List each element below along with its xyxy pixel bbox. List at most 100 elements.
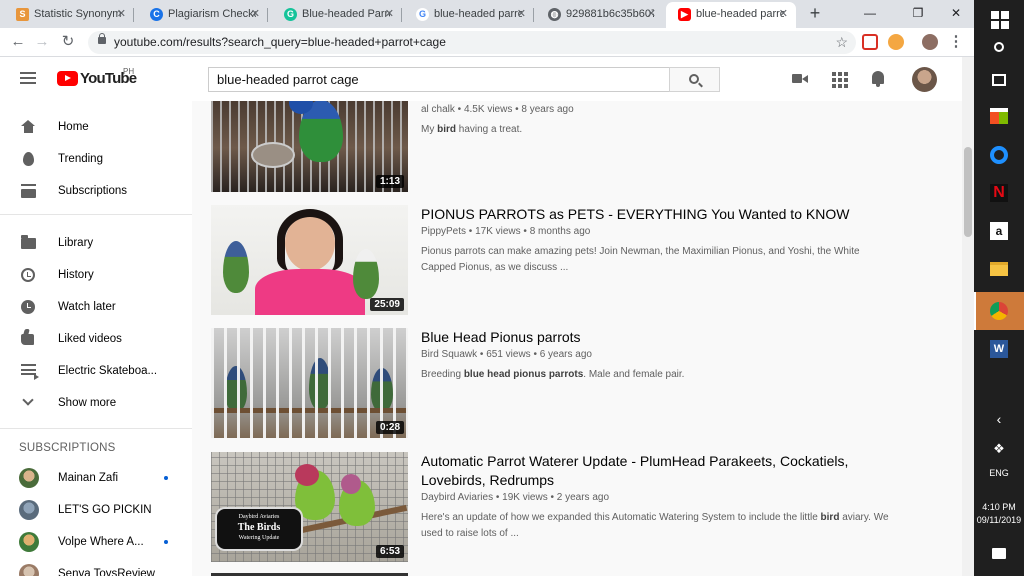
action-center-button[interactable] bbox=[974, 538, 1024, 576]
edge-app-button[interactable] bbox=[974, 136, 1024, 174]
create-video-icon[interactable] bbox=[790, 69, 810, 89]
thesaurus-icon: S bbox=[16, 8, 29, 21]
word-app-button[interactable]: W bbox=[974, 330, 1024, 368]
video-thumbnail[interactable]: 0:28 bbox=[211, 328, 408, 438]
browser-tab[interactable]: G blue-headed parro ✕ bbox=[404, 2, 534, 28]
clock-date[interactable]: 09/11/2019 bbox=[972, 515, 1024, 525]
sidebar-item-liked-videos[interactable]: Liked videos bbox=[0, 323, 192, 355]
input-language-indicator[interactable]: ENG bbox=[974, 468, 1024, 478]
video-thumbnail[interactable]: 25:09 bbox=[211, 205, 408, 315]
library-icon bbox=[21, 235, 36, 249]
video-thumbnail[interactable]: 1:13 bbox=[211, 101, 408, 192]
video-thumbnail[interactable]: Daybird Aviaries The Birds Watering Upda… bbox=[211, 452, 408, 562]
bookmark-star-icon[interactable]: ☆ bbox=[835, 31, 848, 54]
chrome-menu-icon[interactable]: ⋮ bbox=[946, 32, 966, 52]
browser-toolbar: ← → ↻ youtube.com/results?search_query=b… bbox=[0, 28, 974, 57]
page-scrollbar[interactable] bbox=[962, 57, 974, 576]
close-icon[interactable]: ✕ bbox=[779, 2, 788, 26]
scrollbar-thumb[interactable] bbox=[964, 147, 972, 237]
browser-tab[interactable]: S Statistic Synonyms ✕ bbox=[4, 2, 134, 28]
notifications-bell-icon[interactable] bbox=[868, 69, 888, 89]
file-explorer-button[interactable] bbox=[974, 250, 1024, 288]
sidebar-item-label: Library bbox=[58, 237, 94, 249]
parrot-image bbox=[223, 241, 249, 293]
video-result[interactable]: Daybird Aviaries The Birds Watering Upda… bbox=[211, 452, 951, 562]
subscription-item[interactable]: LET'S GO PICKIN bbox=[0, 494, 192, 526]
close-icon[interactable]: ✕ bbox=[517, 2, 526, 26]
sidebar-item-history[interactable]: History bbox=[0, 259, 192, 291]
show-hidden-icons-button[interactable]: ‹ bbox=[974, 404, 1024, 434]
reload-button[interactable]: ↻ bbox=[58, 32, 78, 52]
sidebar-item-playlist[interactable]: Electric Skateboa... bbox=[0, 355, 192, 387]
search-icon bbox=[689, 74, 699, 84]
close-icon[interactable]: ✕ bbox=[117, 2, 126, 26]
sidebar-item-library[interactable]: Library bbox=[0, 227, 192, 259]
extension-icon[interactable] bbox=[862, 34, 878, 50]
sidebar-item-show-more[interactable]: Show more bbox=[0, 387, 192, 419]
channel-avatar bbox=[19, 468, 39, 488]
video-title[interactable]: Automatic Parrot Waterer Update - PlumHe… bbox=[421, 452, 901, 490]
video-title[interactable]: PIONUS PARROTS as PETS - EVERYTHING You … bbox=[421, 205, 901, 224]
netflix-app-button[interactable]: N bbox=[974, 174, 1024, 212]
browser-tab[interactable]: G Blue-headed Parrot ✕ bbox=[272, 2, 402, 28]
sidebar-item-label: Home bbox=[58, 121, 89, 133]
subscription-item[interactable]: Senya ToysReview bbox=[0, 558, 192, 576]
new-tab-button[interactable]: + bbox=[806, 3, 824, 23]
tab-title: Statistic Synonyms bbox=[34, 8, 122, 20]
plagiarism-checker-icon: C bbox=[150, 8, 163, 21]
video-result[interactable]: 25:09 PIONUS PARROTS as PETS - EVERYTHIN… bbox=[211, 205, 951, 315]
forward-button[interactable]: → bbox=[32, 32, 52, 52]
store-app-button[interactable] bbox=[974, 98, 1024, 136]
subscription-item[interactable]: Volpe Where A... bbox=[0, 526, 192, 558]
url-text[interactable]: youtube.com/results?search_query=blue-he… bbox=[114, 31, 446, 54]
person-hair-image bbox=[277, 209, 343, 271]
channel-avatar bbox=[19, 532, 39, 552]
chrome-app-button[interactable] bbox=[974, 292, 1024, 330]
channel-avatar bbox=[19, 564, 39, 576]
close-icon[interactable]: ✕ bbox=[647, 2, 656, 26]
address-bar[interactable]: youtube.com/results?search_query=blue-he… bbox=[88, 31, 856, 54]
close-window-button[interactable]: ✕ bbox=[944, 4, 968, 22]
close-icon[interactable]: ✕ bbox=[385, 2, 394, 26]
home-icon-base bbox=[24, 126, 33, 133]
back-button[interactable]: ← bbox=[8, 32, 28, 52]
task-view-button[interactable] bbox=[974, 62, 1024, 100]
video-duration: 25:09 bbox=[370, 298, 404, 311]
cookie-extension-icon[interactable] bbox=[888, 34, 904, 50]
restore-button[interactable]: ❐ bbox=[906, 4, 930, 22]
sidebar-item-subscriptions[interactable]: Subscriptions bbox=[0, 175, 192, 207]
tab-title: blue-headed parro bbox=[696, 8, 784, 20]
dropbox-tray-button[interactable]: ❖ bbox=[974, 436, 1024, 466]
video-title[interactable]: Blue Head Pionus parrots bbox=[421, 328, 901, 347]
apps-grid-icon[interactable] bbox=[829, 69, 849, 89]
sidebar-item-watch-later[interactable]: Watch later bbox=[0, 291, 192, 323]
search-input[interactable]: blue-headed parrot cage bbox=[208, 67, 670, 92]
video-result[interactable]: 1:13 al chalk • 4.5K views • 8 years ago… bbox=[211, 101, 951, 192]
sidebar-item-home[interactable]: Home bbox=[0, 111, 192, 143]
tab-title: blue-headed parro bbox=[434, 8, 522, 20]
youtube-header: YouTube PH blue-headed parrot cage bbox=[0, 57, 962, 101]
watch-later-icon bbox=[21, 300, 35, 314]
browser-tab[interactable]: C Plagiarism Checker ✕ bbox=[138, 2, 268, 28]
amazon-app-button[interactable]: a bbox=[974, 212, 1024, 250]
google-icon: G bbox=[416, 8, 429, 21]
grammarly-icon: G bbox=[284, 8, 297, 21]
tab-separator bbox=[133, 8, 134, 22]
account-avatar[interactable] bbox=[912, 67, 937, 92]
dropbox-sync-icon: ❖ bbox=[993, 441, 1005, 456]
browser-tab-active[interactable]: ▶ blue-headed parro ✕ bbox=[666, 2, 796, 28]
notification-icon bbox=[992, 548, 1006, 559]
subscription-item[interactable]: Mainan Zafi bbox=[0, 462, 192, 494]
video-result[interactable]: 0:28 Blue Head Pionus parrots Bird Squaw… bbox=[211, 328, 951, 438]
subscriptions-icon bbox=[21, 184, 36, 198]
menu-icon[interactable] bbox=[20, 72, 36, 84]
minimize-button[interactable]: — bbox=[858, 4, 882, 22]
close-icon[interactable]: ✕ bbox=[251, 2, 260, 26]
sidebar-item-trending[interactable]: Trending bbox=[0, 143, 192, 175]
parakeet-head-image bbox=[295, 464, 319, 486]
search-button[interactable] bbox=[669, 67, 720, 92]
browser-tab[interactable]: ◍ 929881b6c35b607 ✕ bbox=[536, 2, 664, 28]
clock-time[interactable]: 4:10 PM bbox=[974, 502, 1024, 512]
globe-icon: ◍ bbox=[548, 8, 561, 21]
profile-avatar[interactable] bbox=[922, 34, 938, 50]
